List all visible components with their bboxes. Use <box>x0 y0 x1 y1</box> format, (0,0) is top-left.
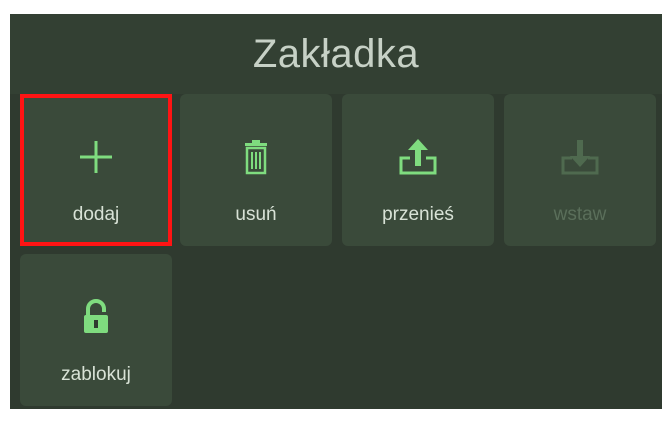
plus-icon <box>20 134 172 180</box>
add-button-label: dodaj <box>72 204 120 225</box>
insert-button-label: wstaw <box>553 204 607 225</box>
title-bar: Zakładka <box>10 14 662 94</box>
trash-icon <box>180 134 332 180</box>
panel-title: Zakładka <box>252 32 420 76</box>
lock-icon <box>20 294 172 340</box>
download-icon <box>504 134 656 180</box>
insert-button[interactable]: wstaw <box>504 94 656 246</box>
bookmark-panel: Zakładka dodaj usuń przenieś wstaw zablo… <box>10 14 662 409</box>
upload-icon <box>342 134 494 180</box>
add-button[interactable]: dodaj <box>20 94 172 246</box>
lock-button-label: zablokuj <box>61 364 131 385</box>
move-button[interactable]: przenieś <box>342 94 494 246</box>
delete-button[interactable]: usuń <box>180 94 332 246</box>
move-button-label: przenieś <box>382 204 454 225</box>
lock-button[interactable]: zablokuj <box>20 254 172 406</box>
delete-button-label: usuń <box>235 204 277 225</box>
